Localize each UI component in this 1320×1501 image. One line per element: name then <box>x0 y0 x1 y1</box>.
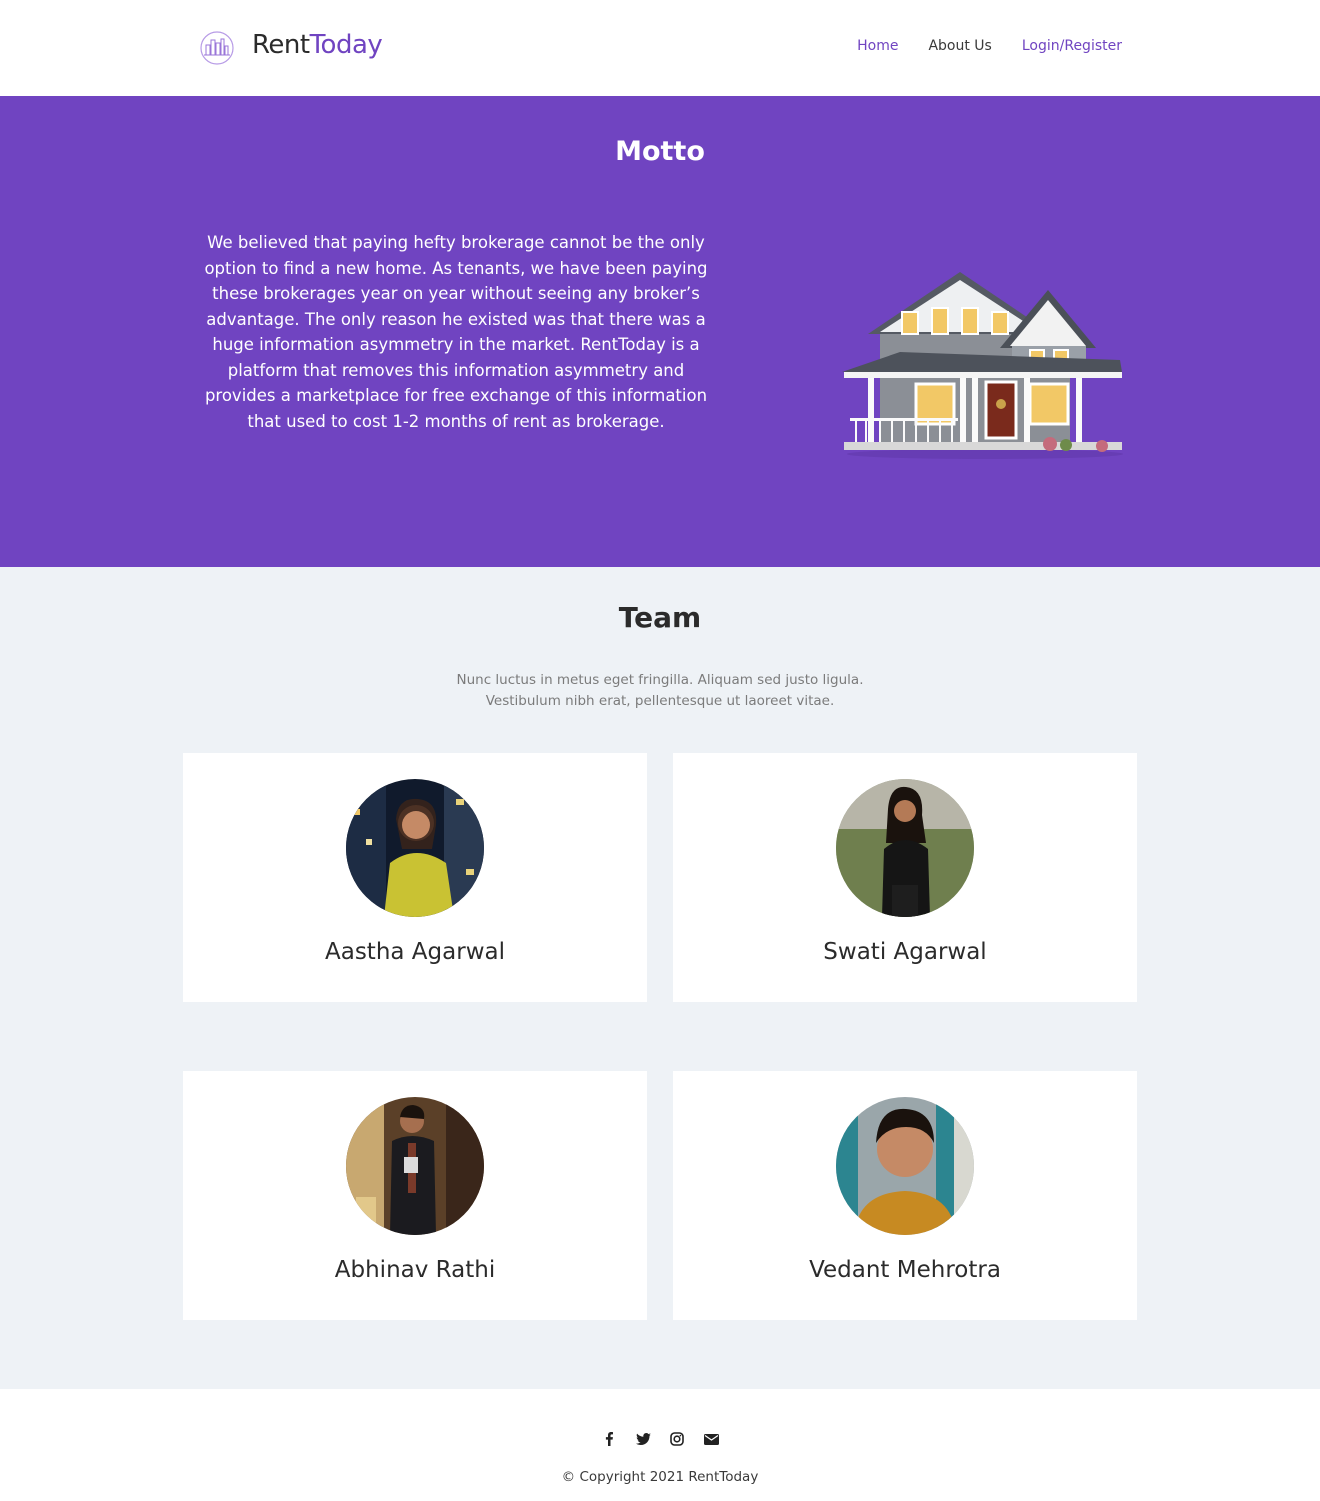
instagram-icon[interactable] <box>669 1431 685 1447</box>
house-image <box>842 272 1123 459</box>
team-card: Abhinav Rathi <box>183 1071 647 1320</box>
team-subtitle: Nunc luctus in metus eget fringilla. Ali… <box>0 670 1320 712</box>
brand-name[interactable]: RentToday <box>252 30 383 60</box>
facebook-icon[interactable] <box>601 1431 617 1447</box>
team-section: Team Nunc luctus in metus eget fringilla… <box>0 567 1320 1389</box>
team-card: Swati Agarwal <box>673 753 1137 1002</box>
site-header: RentToday Home About Us Login/Register <box>0 0 1320 96</box>
nav-home[interactable]: Home <box>857 38 898 54</box>
motto-title: Motto <box>615 136 705 167</box>
motto-section: Motto We believed that paying hefty brok… <box>0 96 1320 567</box>
social-links <box>0 1431 1320 1447</box>
main-nav: Home About Us Login/Register <box>857 38 1122 54</box>
twitter-icon[interactable] <box>635 1431 651 1447</box>
team-subtitle-line-2: Vestibulum nibh erat, pellentesque ut la… <box>485 693 835 709</box>
site-footer: © Copyright 2021 RentToday <box>0 1389 1320 1501</box>
avatar <box>346 779 484 917</box>
team-card: Aastha Agarwal <box>183 753 647 1002</box>
member-name: Abhinav Rathi <box>334 1257 496 1283</box>
email-icon[interactable] <box>703 1431 719 1447</box>
team-card: Vedant Mehrotra <box>673 1071 1137 1320</box>
team-subtitle-line-1: Nunc luctus in metus eget fringilla. Ali… <box>456 672 864 688</box>
avatar <box>836 1097 974 1235</box>
brand-part-rent: Rent <box>252 30 310 60</box>
team-title: Team <box>618 601 702 634</box>
avatar <box>346 1097 484 1235</box>
brand-part-today: Today <box>309 30 383 60</box>
motto-text: We believed that paying hefty brokerage … <box>204 233 708 431</box>
nav-about-us[interactable]: About Us <box>928 38 991 54</box>
copyright-text: © Copyright 2021 RentToday <box>561 1469 759 1485</box>
member-name: Aastha Agarwal <box>325 939 505 965</box>
city-logo-icon[interactable] <box>200 31 234 65</box>
member-name: Vedant Mehrotra <box>809 1257 1001 1283</box>
avatar <box>836 779 974 917</box>
member-name: Swati Agarwal <box>823 939 987 965</box>
nav-login-register[interactable]: Login/Register <box>1022 38 1122 54</box>
